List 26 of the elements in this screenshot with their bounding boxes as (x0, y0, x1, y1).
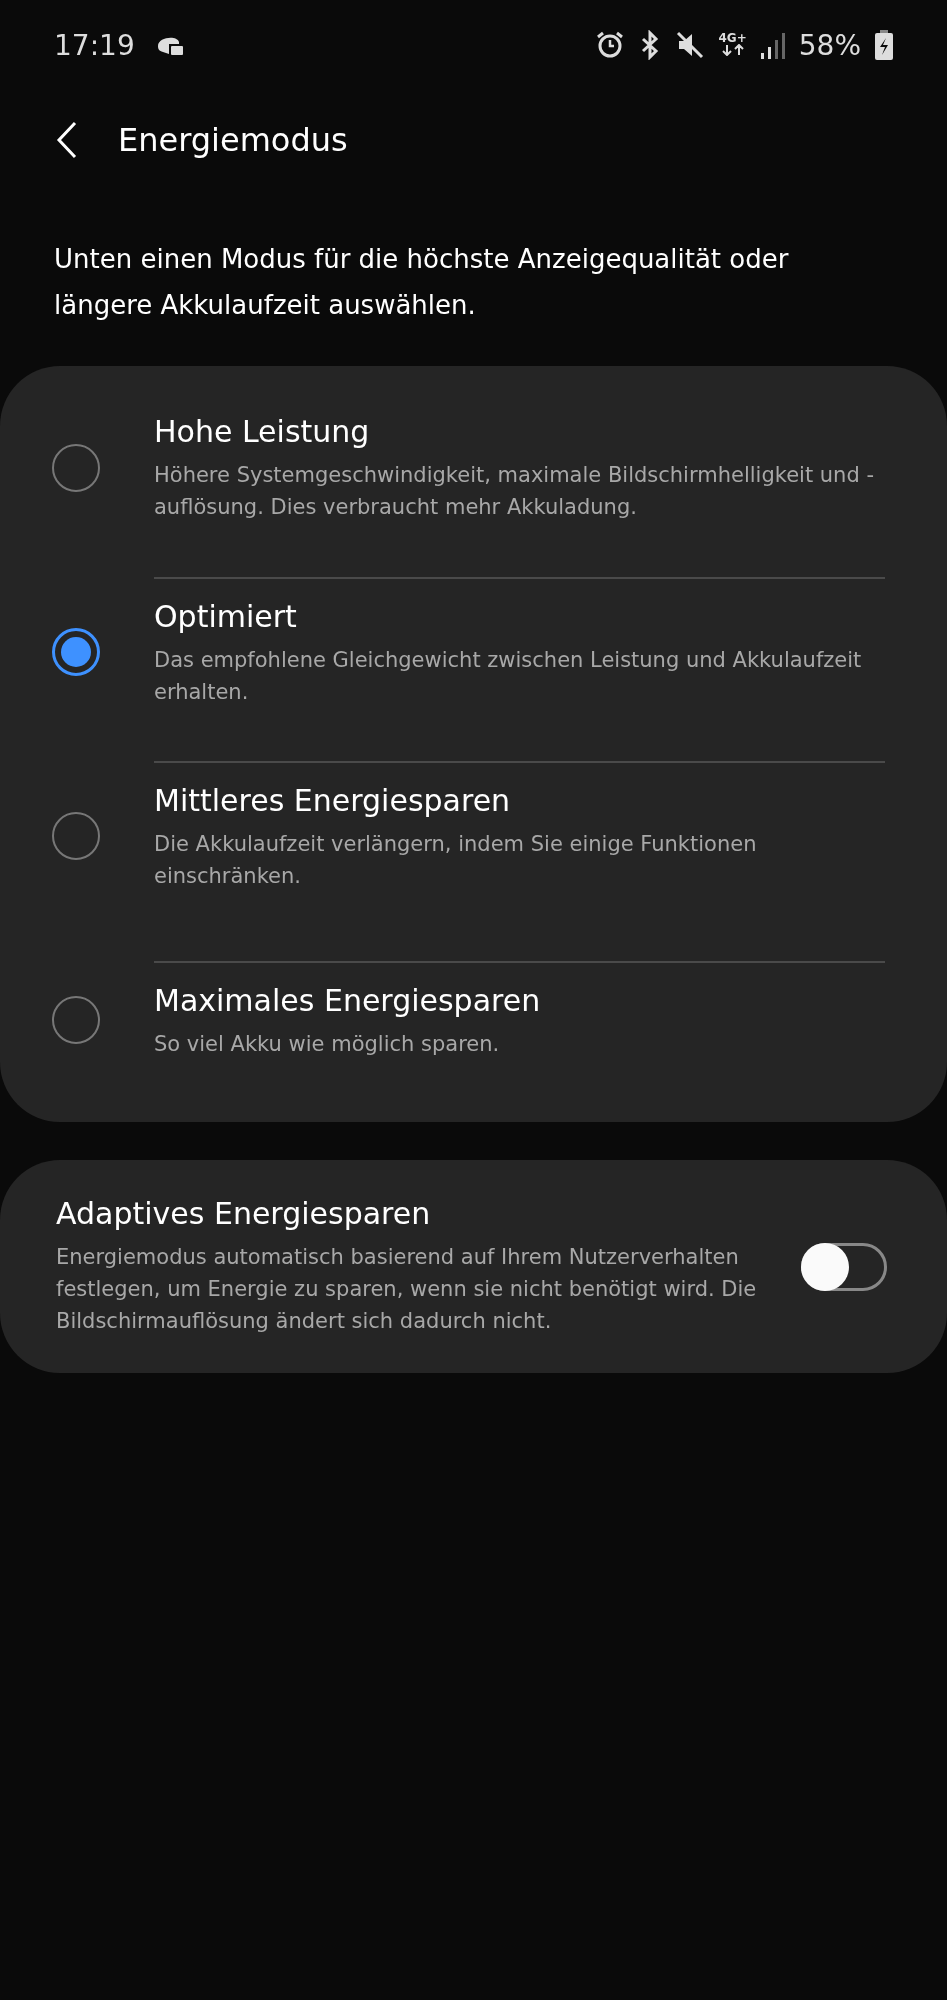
battery-charging-icon (875, 30, 893, 60)
mode-description: Höhere Systemgeschwindigkeit, maximale Bildschirmhelligkeit und -auflösung. Dies verbraucht mehr Akkuladung. (154, 461, 875, 521)
description-text: Unten einen Modus für die höchste Anzeigequalität oder längere Akkulaufzeit auswählen. (53, 243, 790, 322)
setting-description: Energiemodus automatisch basierend auf Ihrem Nutzerverhalten festlegen, um Energie zu sparen, wenn sie nicht benötigt wird. Die Bildschirmauflösung ändert sich dadurch nicht. (56, 1244, 758, 1335)
page-title: Energiemodus (118, 121, 348, 159)
alarm-icon (594, 30, 625, 60)
radio-button[interactable] (52, 996, 100, 1044)
signal-icon (760, 31, 785, 59)
toggle-switch[interactable] (801, 1242, 887, 1291)
radio-button[interactable] (52, 628, 100, 676)
mute-icon (674, 30, 705, 60)
mode-description: So viel Akku wie möglich sparen. (154, 1030, 501, 1058)
mode-title[interactable]: Mittleres Energiesparen (154, 782, 885, 818)
network-type: 4G+ (718, 32, 747, 44)
data-arrows-icon (720, 44, 745, 56)
mode-title[interactable]: Hohe Leistung (154, 413, 885, 449)
battery-percent: 58% (798, 28, 861, 62)
mode-description: Das empfohlene Gleichgewicht zwischen Leistung und Akkulaufzeit erhalten. (154, 646, 863, 706)
radio-button[interactable] (52, 812, 100, 860)
back-icon[interactable] (56, 121, 78, 159)
mode-title[interactable]: Maximales Energiesparen (154, 982, 885, 1018)
radio-button[interactable] (52, 444, 100, 492)
mode-title[interactable]: Optimiert (154, 598, 885, 634)
clock-time: 17:19 (54, 28, 135, 62)
mode-description: Die Akkulaufzeit verlängern, indem Sie einige Funktionen einschränken. (154, 830, 758, 890)
setting-title[interactable]: Adaptives Energiesparen (56, 1196, 761, 1231)
